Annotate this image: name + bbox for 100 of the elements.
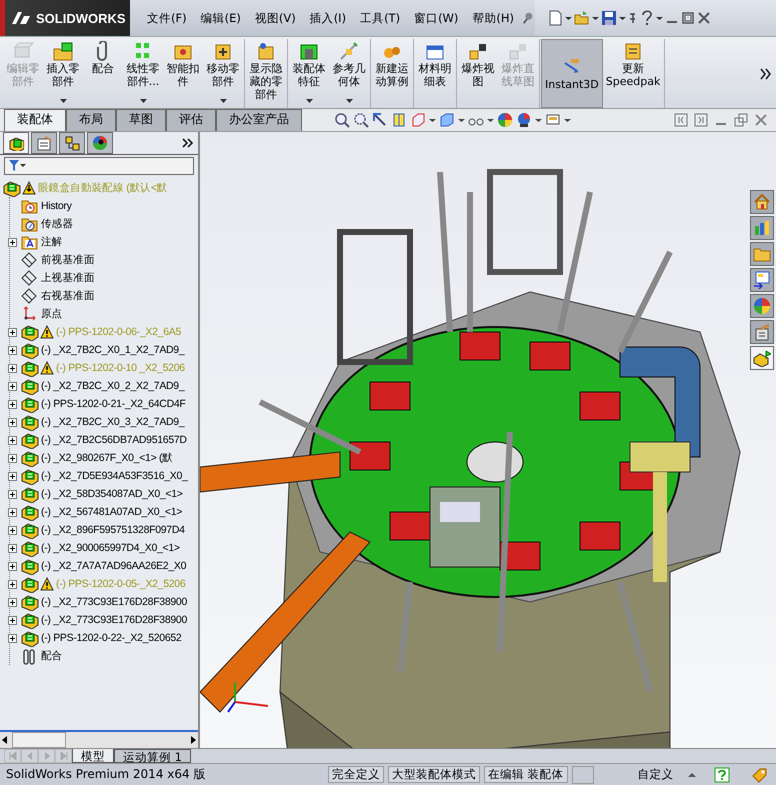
ribbon-button[interactable]: 移动零部件 <box>203 39 243 108</box>
more-chevron-icon[interactable] <box>182 137 194 149</box>
display-style-icon[interactable] <box>439 112 455 128</box>
expand-icon[interactable] <box>8 598 16 606</box>
tree-item[interactable]: (-) _X2_7B2C_X0_1_X2_7AD9_ <box>40 344 184 356</box>
tree-item[interactable]: (-) _X2_567481A07AD_X0_<1> <box>40 506 182 518</box>
expand-icon[interactable] <box>8 544 16 552</box>
tree-item[interactable]: 配合 <box>40 649 62 663</box>
expand-icon[interactable] <box>8 382 16 390</box>
new-document-icon[interactable] <box>547 10 563 26</box>
ribbon-button[interactable]: 线性零部件... <box>123 39 163 108</box>
command-tab[interactable]: 草图 <box>116 109 166 131</box>
tag-icon[interactable] <box>750 766 768 782</box>
more-chevron-icon[interactable] <box>760 66 772 80</box>
expand-icon[interactable] <box>8 472 16 480</box>
ribbon-button[interactable]: 新建运动算例 <box>372 39 412 108</box>
menu-item[interactable]: 窗口(W) <box>407 10 466 26</box>
tree-item[interactable]: (-) _X2_896F595751328F097D4 <box>40 524 185 536</box>
view-orientation-icon[interactable] <box>410 112 426 128</box>
expand-icon[interactable] <box>8 580 16 588</box>
expand-icon[interactable] <box>8 418 16 426</box>
tree-item[interactable]: (-) _X2_7B2C56DB7AD951657D <box>40 434 187 446</box>
menu-item[interactable]: 视图(V) <box>248 10 303 26</box>
save-icon[interactable] <box>601 10 617 26</box>
sheet-tab[interactable]: 模型 <box>72 749 114 763</box>
ribbon-button[interactable]: 插入零部件 <box>43 39 83 108</box>
panel-tab[interactable] <box>87 132 113 154</box>
task-pane-tab[interactable] <box>750 268 774 292</box>
scene-ball-icon[interactable] <box>516 112 532 128</box>
zoom-to-fit-icon[interactable] <box>334 112 350 128</box>
tree-item[interactable]: 右视基准面 <box>40 289 95 303</box>
zoom-area-icon[interactable] <box>353 112 369 128</box>
close-icon[interactable] <box>697 11 711 25</box>
command-tab[interactable]: 评估 <box>166 109 216 131</box>
panel-tab[interactable] <box>59 132 85 154</box>
expand-icon[interactable] <box>8 400 16 408</box>
command-tab[interactable]: 办公室产品 <box>216 109 302 131</box>
close-icon[interactable] <box>754 113 768 127</box>
sheet-tab[interactable]: 运动算例 1 <box>114 749 191 763</box>
tree-item[interactable]: (-) _X2_7D5E934A53F3516_X0_ <box>40 470 188 482</box>
task-pane-tab[interactable] <box>750 320 774 344</box>
ribbon-button[interactable]: 装配体特征 <box>289 39 329 108</box>
horizontal-scrollbar[interactable] <box>0 732 198 748</box>
menu-item[interactable]: 编辑(E) <box>194 10 248 26</box>
tree-item[interactable]: (-) _X2_980267F_X0_<1> (默 <box>40 451 173 465</box>
menu-item[interactable]: 帮助(H) <box>465 10 522 26</box>
ribbon-button[interactable]: 配合 <box>83 39 123 108</box>
section-view-icon[interactable] <box>391 112 407 128</box>
ribbon-button[interactable]: 爆炸视图 <box>458 39 498 108</box>
tree-item[interactable]: 传感器 <box>40 217 74 231</box>
expand-icon[interactable] <box>8 346 16 354</box>
tree-item[interactable]: History <box>40 200 72 212</box>
expand-icon[interactable] <box>8 634 16 642</box>
tree-item[interactable]: 前视基准面 <box>40 253 95 267</box>
tree-item[interactable]: (-) PPS-1202-0-21-_X2_64CD4F <box>40 398 186 410</box>
expand-icon[interactable] <box>8 490 16 498</box>
tree-item[interactable]: 上视基准面 <box>40 271 95 285</box>
menu-item[interactable]: 插入(I) <box>302 10 354 26</box>
scroll-left-icon[interactable] <box>0 734 10 746</box>
expand-icon[interactable] <box>8 454 16 462</box>
expand-icon[interactable] <box>8 562 16 570</box>
dropdown-arrow-icon[interactable] <box>60 99 66 104</box>
ribbon-button[interactable]: Instant3D <box>541 39 603 108</box>
tree-item[interactable]: 注解 <box>40 235 62 249</box>
restore-icon[interactable] <box>734 113 748 127</box>
tree-item[interactable]: (-) _X2_58D354087AD_X0_<1> <box>40 488 183 500</box>
expand-icon[interactable] <box>8 436 16 444</box>
menu-item[interactable]: 工具(T) <box>353 10 408 26</box>
up-arrow-icon[interactable] <box>688 770 696 778</box>
filter-field[interactable] <box>4 157 194 175</box>
ribbon-button[interactable]: 参考几何体 <box>329 39 369 108</box>
expand-icon[interactable] <box>8 328 16 336</box>
dropdown-arrow-icon[interactable] <box>220 99 226 104</box>
expand-icon[interactable] <box>8 508 16 516</box>
collapse-left-icon[interactable] <box>674 113 688 127</box>
collapse-right-icon[interactable] <box>694 113 708 127</box>
panel-tab[interactable] <box>3 132 29 154</box>
scroll-thumb[interactable] <box>12 732 66 748</box>
dropdown-arrow-icon[interactable] <box>346 99 352 104</box>
tree-item[interactable]: (-) _X2_7B2C_X0_2_X2_7AD9_ <box>40 380 184 392</box>
menu-item[interactable]: 文件(F) <box>140 10 194 26</box>
ribbon-button[interactable]: 智能扣件 <box>163 39 203 108</box>
appearance-ball-icon[interactable] <box>497 112 513 128</box>
ribbon-button[interactable]: 材料明细表 <box>415 39 455 108</box>
command-tab[interactable]: 装配体 <box>4 109 66 131</box>
expand-icon[interactable] <box>8 238 16 246</box>
tree-item[interactable]: (-) _X2_7B2C_X0_3_X2_7AD9_ <box>40 416 184 428</box>
panel-tab[interactable] <box>31 132 57 154</box>
command-tab[interactable]: 布局 <box>66 109 116 131</box>
tree-item[interactable]: (-) _X2_900065997D4_X0_<1> <box>40 542 180 554</box>
units-selector[interactable]: 自定义 <box>638 767 674 782</box>
tree-item[interactable]: (-) _X2_773C93E176D28F38900 <box>40 596 188 608</box>
scroll-right-icon[interactable] <box>188 734 198 746</box>
previous-view-icon[interactable] <box>372 112 388 128</box>
tree-item[interactable]: (-) PPS-1202-0-22-_X2_520652 <box>40 632 182 644</box>
tree-item[interactable]: (-) _X2_773C93E176D28F38900 <box>40 614 188 626</box>
expand-icon[interactable] <box>8 364 16 372</box>
expand-icon[interactable] <box>8 526 16 534</box>
dropdown-arrow-icon[interactable] <box>140 99 146 104</box>
help-icon[interactable] <box>640 10 654 26</box>
